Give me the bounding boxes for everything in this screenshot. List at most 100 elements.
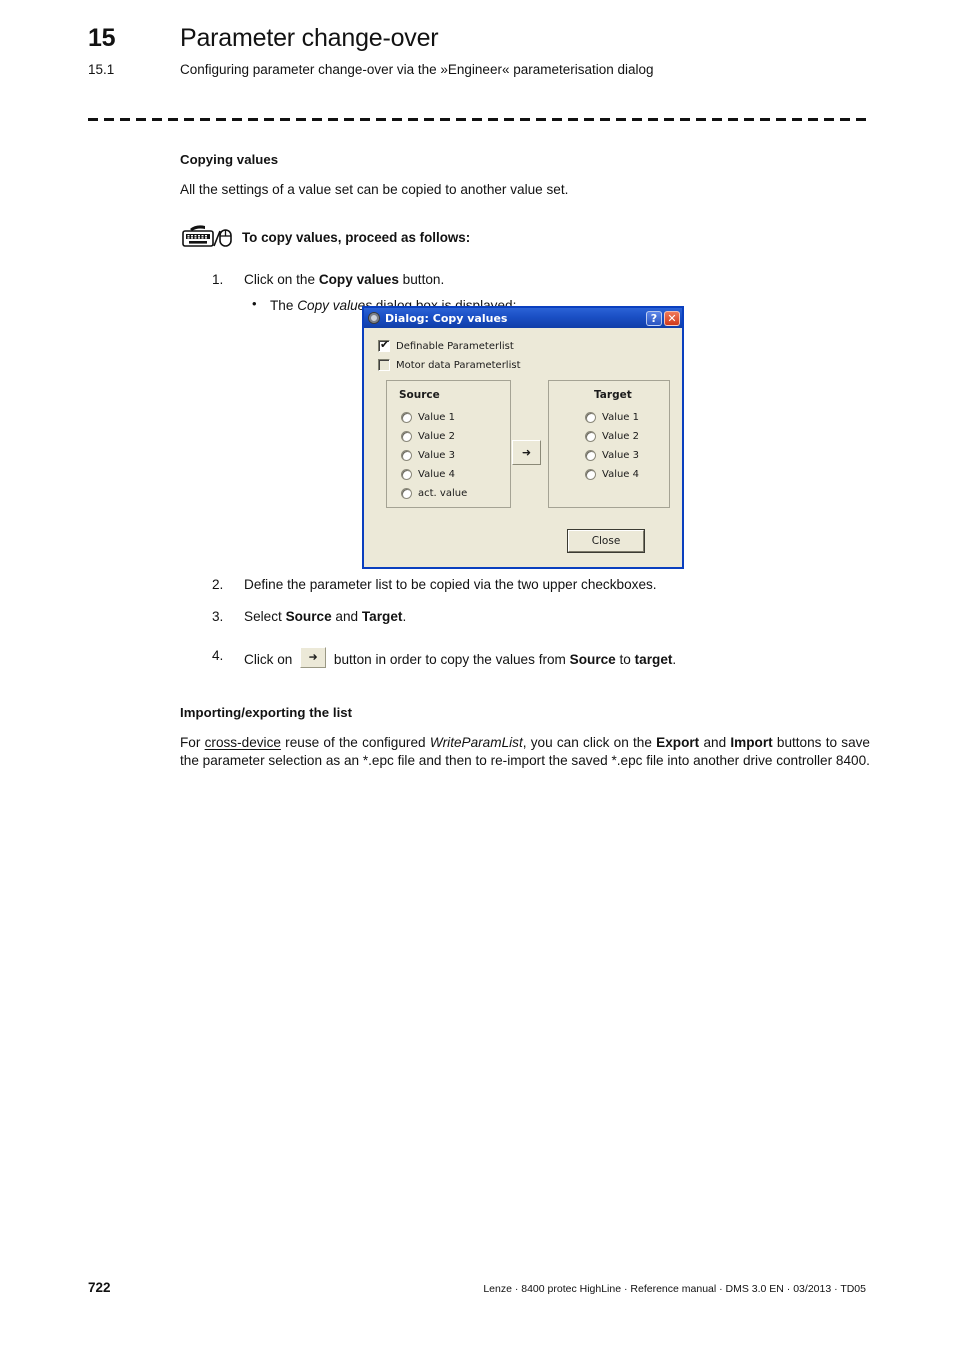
ie-text-4: and xyxy=(699,735,731,750)
page-footer: 722 Lenze · 8400 protec HighLine · Refer… xyxy=(88,1280,866,1295)
section-number: 15.1 xyxy=(88,62,115,77)
step-2-number: 2. xyxy=(212,577,224,592)
target-radio-value-4[interactable]: Value 4 xyxy=(585,466,639,482)
source-radio-value-4[interactable]: Value 4 xyxy=(401,466,467,482)
step-4-text-mid2: to xyxy=(615,652,635,668)
copying-values-intro: All the settings of a value set can be c… xyxy=(180,182,569,197)
step-2-text: Define the parameter list to be copied v… xyxy=(244,577,657,592)
radio-icon[interactable] xyxy=(585,468,596,480)
target-radio-list: Value 1 Value 2 Value 3 Value 4 xyxy=(585,409,639,485)
step-3-text-after: . xyxy=(402,608,407,624)
footer-reference: Lenze · 8400 protec HighLine · Reference… xyxy=(483,1283,866,1295)
radio-icon[interactable] xyxy=(401,430,412,442)
header-divider xyxy=(88,118,866,121)
checkbox-definable-parameterlist[interactable]: ✔ Definable Parameterlist xyxy=(378,338,514,352)
step-4: 4. Click on ➜ button in order to copy th… xyxy=(180,647,870,669)
ie-italic-writeparamlist: WriteParamList xyxy=(429,735,523,750)
ie-underline-cross-device: cross-device xyxy=(204,735,281,750)
source-radio-list: Value 1 Value 2 Value 3 Value 4 act. val… xyxy=(401,409,467,504)
target-radio-value-3[interactable]: Value 3 xyxy=(585,447,639,463)
source-radio-label-1: Value 1 xyxy=(418,411,456,423)
source-radio-value-3[interactable]: Value 3 xyxy=(401,447,467,463)
target-radio-value-1[interactable]: Value 1 xyxy=(585,409,639,425)
keyboard-mouse-icon xyxy=(180,223,236,253)
step-4-text-after: . xyxy=(672,652,677,668)
step-3-text-before: Select xyxy=(244,608,286,624)
chapter-heading-row: 15 Parameter change-over xyxy=(88,24,868,53)
close-icon[interactable]: ✕ xyxy=(664,310,680,326)
page-header: 15 Parameter change-over 15.1 Configurin… xyxy=(88,24,868,77)
checkbox-icon-checked[interactable]: ✔ xyxy=(378,338,390,352)
step-1-bold: Copy values xyxy=(318,271,399,287)
step-4-text-mid: button in order to copy the values from xyxy=(330,652,570,668)
step-4-bold-target: target xyxy=(634,652,673,668)
step-3-text-mid: and xyxy=(331,608,362,624)
ie-text-2: reuse of the configured xyxy=(280,735,430,750)
dialog-client-area: ✔ Definable Parameterlist Motor data Par… xyxy=(364,328,682,567)
source-radio-label-3: Value 3 xyxy=(418,449,456,461)
section-heading-row: 15.1 Configuring parameter change-over v… xyxy=(88,62,868,77)
target-group-title: Target xyxy=(594,389,632,401)
target-radio-label-1: Value 1 xyxy=(602,411,640,423)
target-groupbox: Target Value 1 Value 2 Value 3 Value 4 xyxy=(548,380,670,508)
page-number: 722 xyxy=(88,1280,111,1295)
ie-bold-import: Import xyxy=(730,735,773,750)
dialog-titlebar[interactable]: Dialog: Copy values ? ✕ xyxy=(364,308,682,328)
source-groupbox: Source Value 1 Value 2 Value 3 Value 4 a… xyxy=(386,380,511,508)
target-radio-value-2[interactable]: Value 2 xyxy=(585,428,639,444)
step-1-number: 1. xyxy=(212,271,224,287)
chapter-title: Parameter change-over xyxy=(180,24,439,52)
arrow-right-icon: ➜ xyxy=(308,651,318,664)
engineer-app-icon xyxy=(367,311,381,325)
source-radio-value-2[interactable]: Value 2 xyxy=(401,428,467,444)
checkbox-label-definable: Definable Parameterlist xyxy=(396,340,514,352)
help-icon[interactable]: ? xyxy=(646,310,662,326)
step-3: 3. Select Source and Target. xyxy=(180,608,870,626)
dialog-window-buttons: ? ✕ xyxy=(646,310,680,326)
target-radio-label-3: Value 3 xyxy=(602,449,640,461)
step-1-text-before: Click on the xyxy=(244,271,319,287)
copy-values-dialog[interactable]: Dialog: Copy values ? ✕ ✔ Definable Para… xyxy=(362,306,684,569)
substep-italic: Copy values xyxy=(297,298,373,314)
source-radio-act-value[interactable]: act. value xyxy=(401,485,467,501)
instruction-heading-row: To copy values, proceed as follows: xyxy=(180,223,870,253)
step-1-text-after: button. xyxy=(398,271,445,287)
radio-icon[interactable] xyxy=(585,430,596,442)
ie-text-3: , you can click on the xyxy=(522,735,657,750)
radio-icon[interactable] xyxy=(401,411,412,423)
source-radio-label-4: Value 4 xyxy=(418,468,456,480)
step-3-bold-target: Target xyxy=(361,608,403,624)
radio-icon[interactable] xyxy=(585,411,596,423)
target-radio-label-4: Value 4 xyxy=(602,468,640,480)
radio-icon[interactable] xyxy=(585,449,596,461)
source-radio-value-1[interactable]: Value 1 xyxy=(401,409,467,425)
target-radio-label-2: Value 2 xyxy=(602,430,640,442)
substep-text-before: The xyxy=(270,298,298,314)
source-group-title: Source xyxy=(399,389,440,401)
inline-copy-arrow-button[interactable]: ➜ xyxy=(300,647,327,669)
import-export-section: Importing/exporting the list For cross-d… xyxy=(180,705,870,769)
radio-icon[interactable] xyxy=(401,449,412,461)
section-title: Configuring parameter change-over via th… xyxy=(180,62,654,77)
main-content: Copying values All the settings of a val… xyxy=(180,152,870,326)
step-4-text-before: Click on xyxy=(244,652,297,668)
step-4-bold-source: Source xyxy=(569,652,616,668)
arrow-right-icon: ➜ xyxy=(521,446,532,459)
dialog-close-button[interactable]: Close xyxy=(567,529,645,553)
steps-2-4-container: 2. Define the parameter list to be copie… xyxy=(180,576,870,680)
radio-icon[interactable] xyxy=(401,487,412,499)
import-export-paragraph: For cross-device reuse of the configured… xyxy=(180,734,870,769)
radio-icon[interactable] xyxy=(401,468,412,480)
step-3-number: 3. xyxy=(212,608,224,624)
step-2: 2. Define the parameter list to be copie… xyxy=(180,576,870,594)
chapter-number: 15 xyxy=(88,24,116,52)
import-export-heading: Importing/exporting the list xyxy=(180,705,353,720)
check-mark-icon: ✔ xyxy=(380,338,390,351)
checkbox-motor-data-parameterlist[interactable]: Motor data Parameterlist xyxy=(378,359,521,371)
checkbox-label-motor-data: Motor data Parameterlist xyxy=(396,359,521,371)
copy-arrow-button[interactable]: ➜ xyxy=(512,440,541,465)
checkbox-icon-unchecked[interactable] xyxy=(378,359,390,371)
substep-bullet-icon: • xyxy=(252,296,257,312)
source-radio-label-5: act. value xyxy=(418,487,468,499)
ie-text-1: For xyxy=(180,735,205,750)
